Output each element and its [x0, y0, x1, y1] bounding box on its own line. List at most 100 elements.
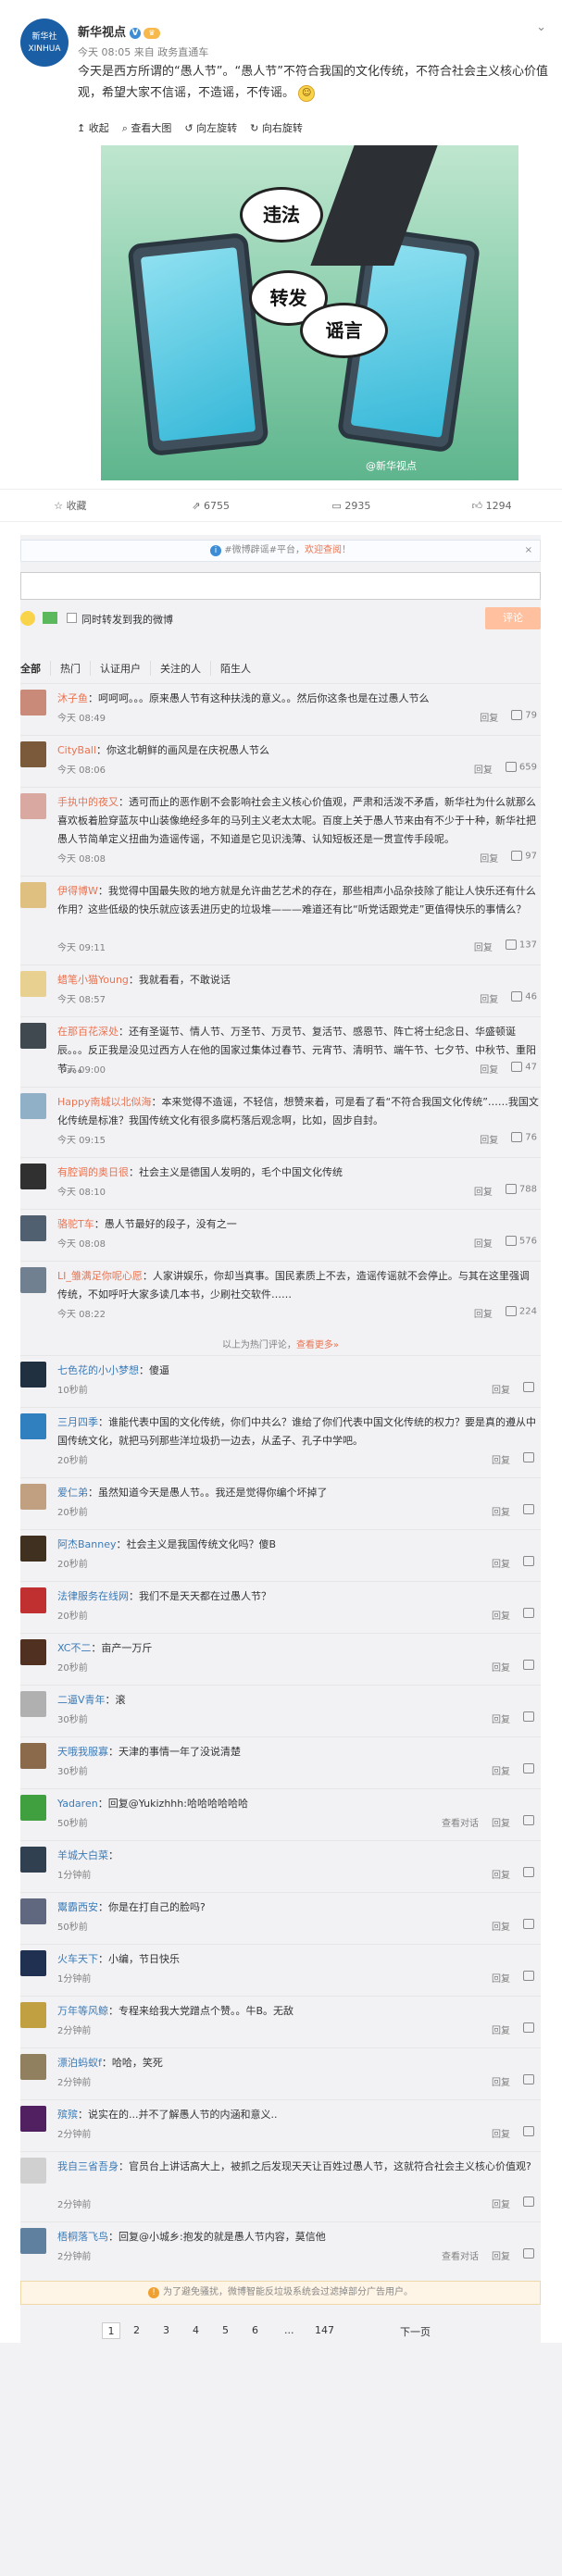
reply-button[interactable]: 回复 — [492, 2022, 510, 2036]
page-link[interactable]: 4 — [193, 2324, 199, 2336]
post-comment-button[interactable]: 评论 — [485, 607, 541, 629]
comment-like-button[interactable] — [523, 1608, 537, 1622]
reply-button[interactable]: 回复 — [492, 1504, 510, 1518]
filter-strangers[interactable]: 陌生人 — [211, 661, 260, 676]
reply-button[interactable]: 回复 — [492, 2248, 510, 2262]
comment-like-button[interactable]: 137 — [505, 940, 537, 953]
reply-button[interactable]: 回复 — [492, 1867, 510, 1881]
page-link[interactable]: 5 — [222, 2324, 229, 2336]
commenter-avatar[interactable] — [20, 882, 46, 908]
comment-like-button[interactable] — [523, 2074, 537, 2088]
commenter-name[interactable]: Yadaren — [57, 1798, 98, 1810]
commenter-avatar[interactable] — [20, 1093, 46, 1119]
commenter-avatar[interactable] — [20, 1847, 46, 1873]
view-dialog-link[interactable]: 查看对话 — [442, 2248, 479, 2262]
commenter-name[interactable]: CityBall — [57, 744, 96, 756]
view-more-link[interactable]: 查看更多» — [296, 1340, 339, 1350]
page-link[interactable]: 3 — [163, 2324, 169, 2336]
reply-button[interactable]: 回复 — [492, 1815, 510, 1829]
comment-like-button[interactable] — [523, 2248, 537, 2262]
comment-like-button[interactable] — [523, 1382, 537, 1396]
comment-like-button[interactable]: 224 — [505, 1306, 537, 1320]
comment-like-button[interactable] — [523, 1660, 537, 1674]
reply-button[interactable]: 回复 — [474, 1236, 493, 1250]
commenter-name[interactable]: 七色花的小小梦想 — [57, 1364, 139, 1376]
reply-button[interactable]: 回复 — [474, 940, 493, 953]
comment-like-button[interactable] — [523, 2126, 537, 2140]
post-time[interactable]: 今天 08:05 — [78, 46, 131, 58]
page-link[interactable]: 2 — [133, 2324, 140, 2336]
commenter-avatar[interactable] — [20, 1536, 46, 1562]
reply-button[interactable]: 回复 — [480, 851, 498, 865]
commenter-name[interactable]: 法律服务在线网 — [57, 1590, 129, 1602]
commenter-avatar[interactable] — [20, 1023, 46, 1049]
commenter-avatar[interactable] — [20, 1691, 46, 1717]
comment-like-button[interactable]: 97 — [511, 851, 537, 865]
view-large-button[interactable]: ⌕ 查看大图 — [122, 120, 172, 137]
commenter-avatar[interactable] — [20, 1362, 46, 1388]
commenter-name[interactable]: LI_雏满足你呢心愿 — [57, 1270, 143, 1282]
emoji-picker-icon[interactable] — [20, 611, 35, 626]
comment-like-button[interactable] — [523, 1815, 537, 1829]
commenter-name[interactable]: 在那百花深处 — [57, 1026, 119, 1038]
view-dialog-link[interactable]: 查看对话 — [442, 1815, 479, 1829]
reply-button[interactable]: 回复 — [480, 991, 498, 1005]
comment-like-button[interactable] — [523, 1504, 537, 1518]
comment-like-button[interactable] — [523, 1867, 537, 1881]
commenter-avatar[interactable] — [20, 1639, 46, 1665]
commenter-name[interactable]: 手执中的夜又 — [57, 796, 119, 808]
commenter-avatar[interactable] — [20, 690, 46, 716]
reply-button[interactable]: 回复 — [492, 1763, 510, 1777]
commenter-name[interactable]: XC不二 — [57, 1642, 91, 1654]
reply-button[interactable]: 回复 — [480, 1132, 498, 1146]
comment-button[interactable]: ▭ 2935 — [281, 490, 422, 521]
reply-button[interactable]: 回复 — [492, 1452, 510, 1466]
commenter-avatar[interactable] — [20, 2158, 46, 2184]
reply-button[interactable]: 回复 — [492, 2196, 510, 2210]
page-link-last[interactable]: 147 — [315, 2324, 334, 2336]
commenter-name[interactable]: 沐子鱼 — [57, 692, 88, 704]
commenter-name[interactable]: 鬻霸西安 — [57, 1901, 98, 1913]
commenter-avatar[interactable] — [20, 1164, 46, 1189]
author-avatar[interactable]: 新华社 XINHUA — [20, 19, 69, 67]
commenter-name[interactable]: 万年等风鲸 — [57, 2005, 108, 2017]
comment-like-button[interactable] — [523, 1971, 537, 1985]
reply-button[interactable]: 回复 — [492, 2126, 510, 2140]
reply-button[interactable]: 回复 — [492, 1382, 510, 1396]
commenter-name[interactable]: 伊得博W — [57, 885, 98, 897]
commenter-name[interactable]: 我自三省吾身 — [57, 2160, 119, 2172]
post-image[interactable]: 违法 转发 谣言 @新华视点 — [101, 145, 518, 480]
commenter-name[interactable]: 二逼V青年 — [57, 1694, 106, 1706]
rotate-right-button[interactable]: ↻ 向右旋转 — [250, 120, 303, 137]
reply-button[interactable]: 回复 — [474, 1184, 493, 1198]
commenter-avatar[interactable] — [20, 2228, 46, 2254]
commenter-name[interactable]: 骆驼T车 — [57, 1218, 94, 1230]
commenter-name[interactable]: 漂泊蚂蚁f — [57, 2057, 102, 2069]
commenter-avatar[interactable] — [20, 2106, 46, 2132]
comment-like-button[interactable] — [523, 1919, 537, 1933]
comment-like-button[interactable] — [523, 1452, 537, 1466]
comment-like-button[interactable] — [523, 2196, 537, 2210]
comment-like-button[interactable] — [523, 1763, 537, 1777]
commenter-avatar[interactable] — [20, 1898, 46, 1924]
commenter-avatar[interactable] — [20, 793, 46, 819]
comment-like-button[interactable]: 47 — [511, 1062, 537, 1076]
reply-button[interactable]: 回复 — [492, 1660, 510, 1674]
filter-all[interactable]: 全部 — [20, 661, 51, 676]
commenter-name[interactable]: 有腔调的奥日很 — [57, 1166, 129, 1178]
reply-button[interactable]: 回复 — [480, 710, 498, 724]
collapse-button[interactable]: ↥ 收起 — [77, 120, 109, 137]
commenter-name[interactable]: 阿杰Banney — [57, 1538, 117, 1550]
reply-button[interactable]: 回复 — [474, 762, 493, 776]
notice-link[interactable]: 欢迎查阅！ — [305, 545, 351, 555]
commenter-avatar[interactable] — [20, 1215, 46, 1241]
comment-like-button[interactable]: 76 — [511, 1132, 537, 1146]
comment-like-button[interactable] — [523, 1556, 537, 1570]
commenter-avatar[interactable] — [20, 2002, 46, 2028]
reply-button[interactable]: 回复 — [492, 1919, 510, 1933]
page-link[interactable]: 6 — [252, 2324, 258, 2336]
commenter-name[interactable]: Happy南城以北似海 — [57, 1096, 152, 1108]
comment-like-button[interactable]: 576 — [505, 1236, 537, 1250]
commenter-avatar[interactable] — [20, 1484, 46, 1510]
commenter-avatar[interactable] — [20, 971, 46, 997]
